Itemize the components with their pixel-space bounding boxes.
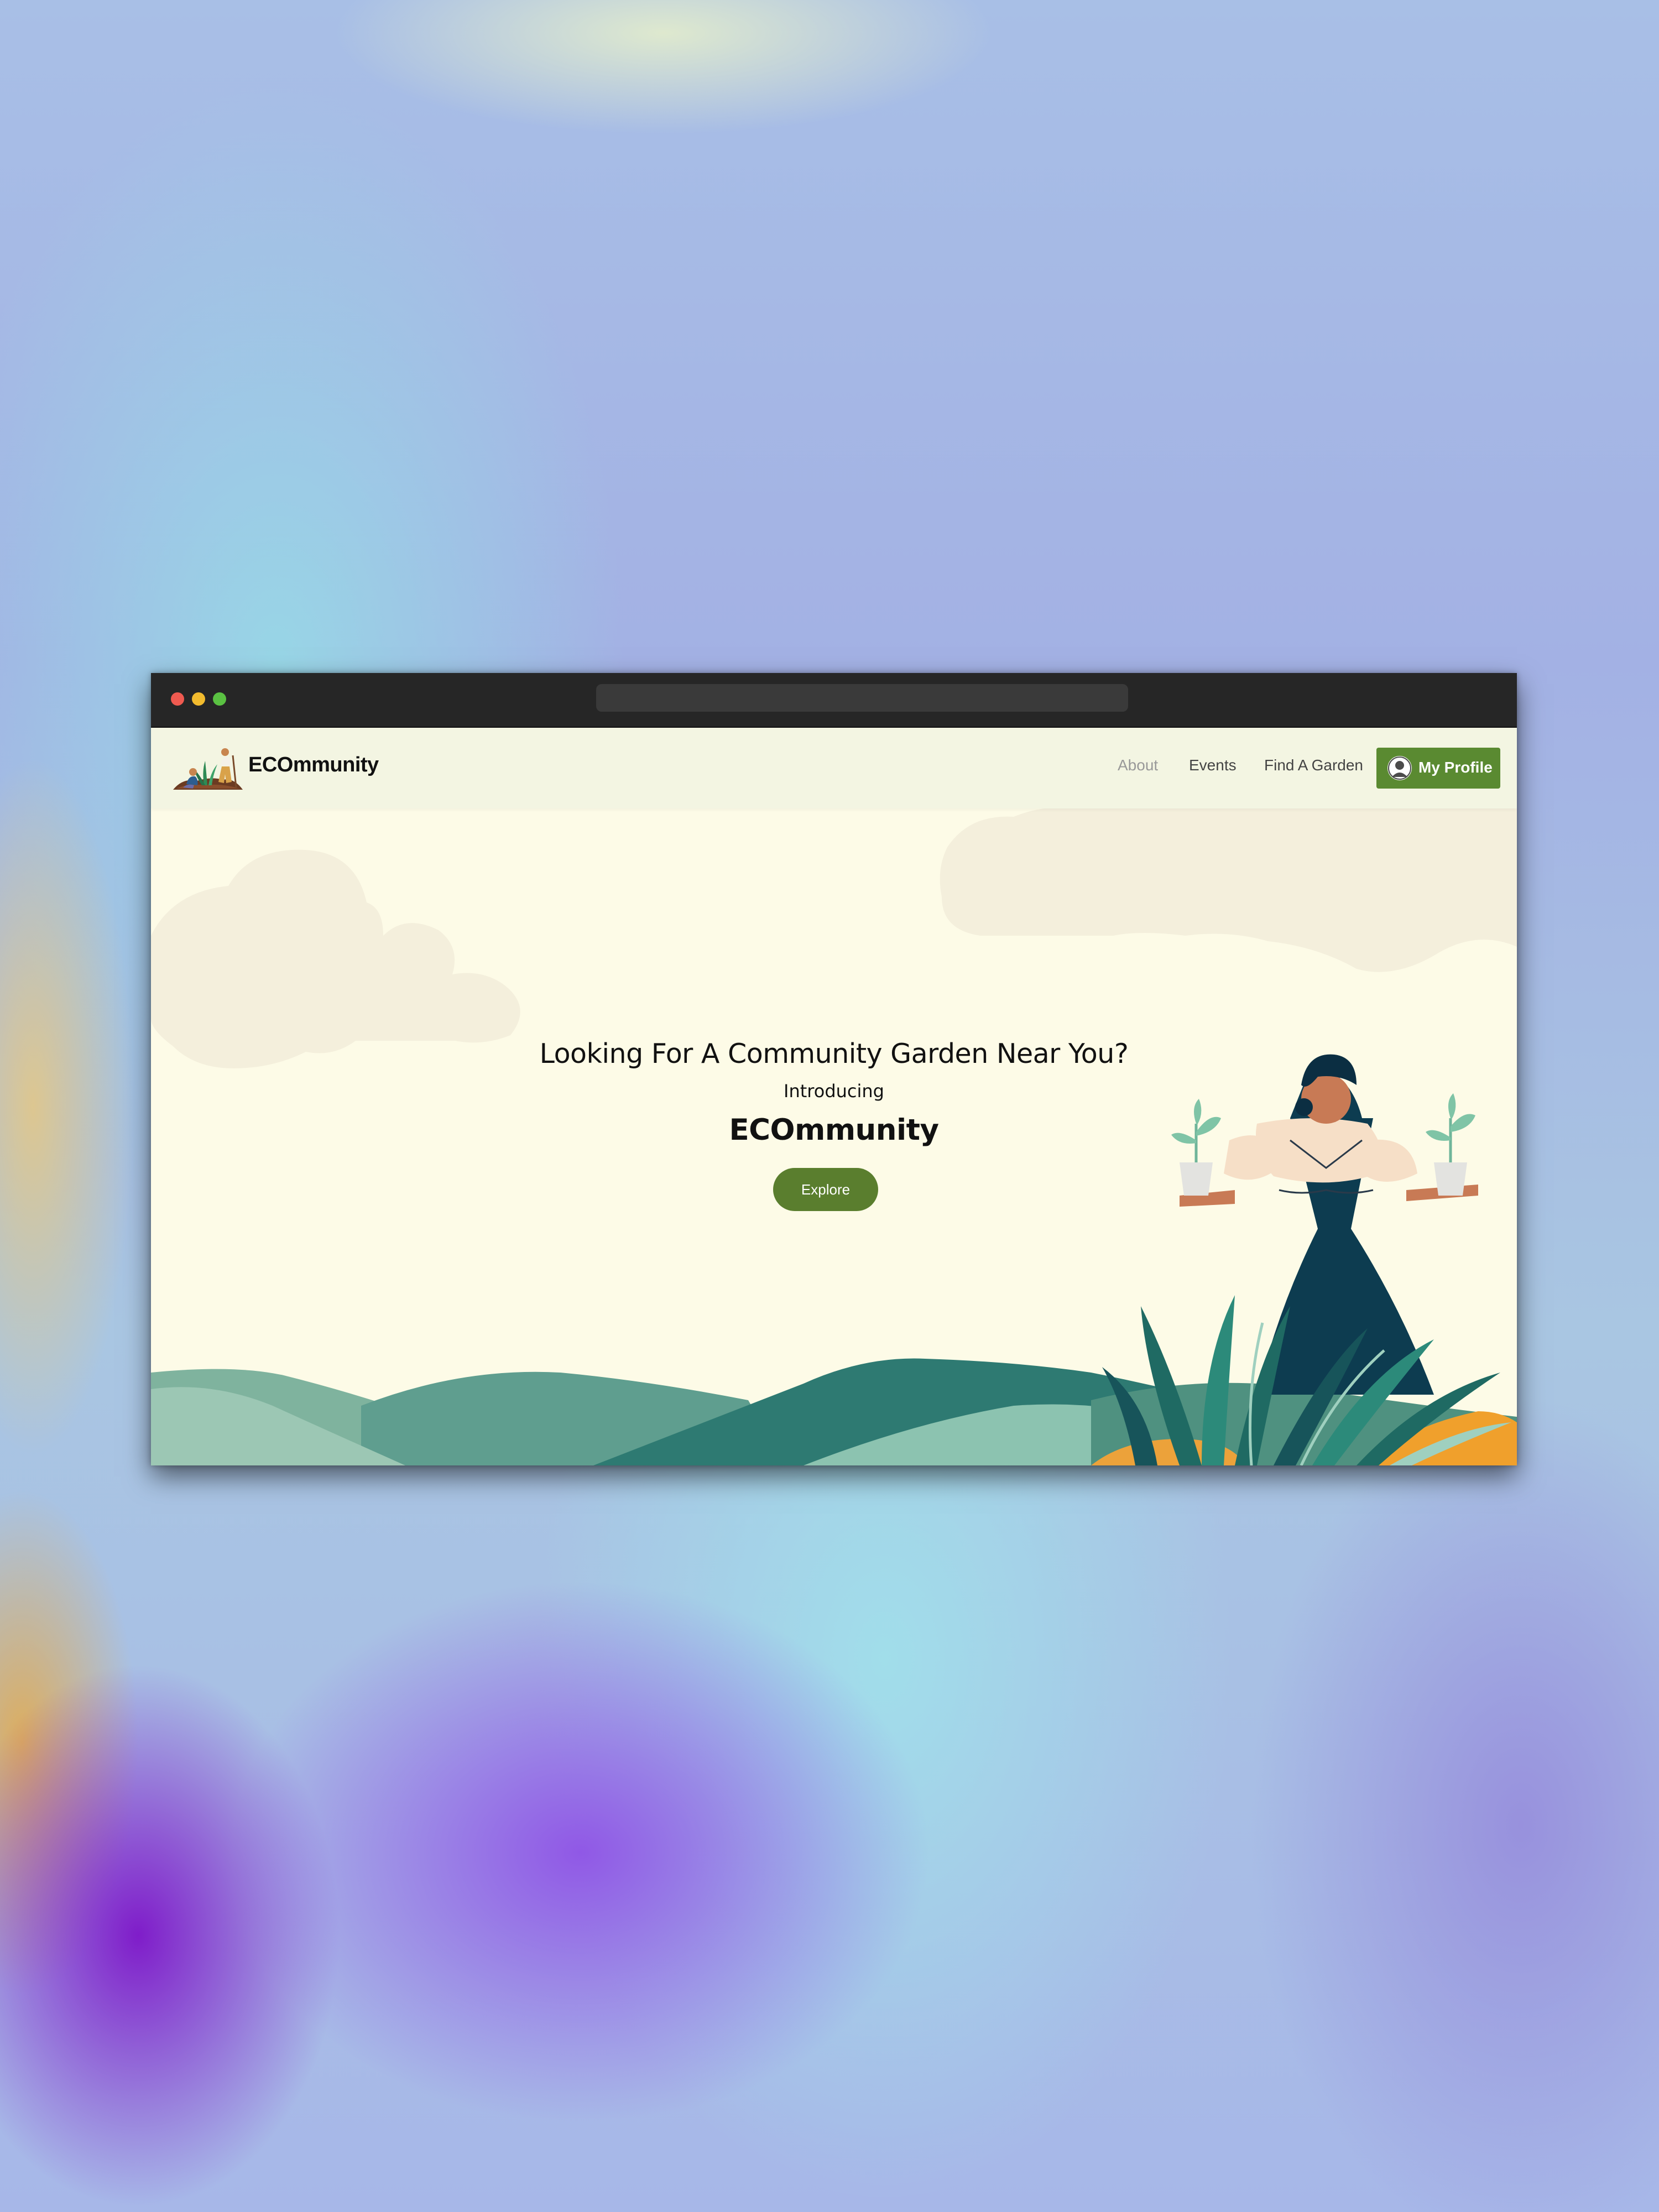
address-bar[interactable]: [596, 684, 1128, 712]
hero-intro: Introducing: [784, 1081, 884, 1102]
nav-link-events[interactable]: Events: [1189, 757, 1237, 774]
window-minimize-button[interactable]: [192, 692, 205, 706]
browser-title-bar: [151, 673, 1517, 728]
hero-headline: Looking For A Community Garden Near You?: [539, 1038, 1129, 1070]
site-navbar: ECOmmunity About Events Find A Garden My…: [151, 728, 1517, 808]
nav-link-find-a-garden[interactable]: Find A Garden: [1264, 757, 1363, 774]
browser-window: ECOmmunity About Events Find A Garden My…: [151, 673, 1517, 1465]
nav-link-about[interactable]: About: [1118, 757, 1158, 774]
my-profile-label: My Profile: [1418, 759, 1493, 776]
cloud-right: [940, 808, 1517, 972]
gardeners-logo-icon[interactable]: [172, 744, 244, 792]
my-profile-button[interactable]: My Profile: [1376, 748, 1500, 789]
explore-button[interactable]: Explore: [773, 1168, 878, 1211]
brand-name[interactable]: ECOmmunity: [248, 753, 379, 777]
hero-brand: ECOmmunity: [729, 1113, 939, 1147]
user-avatar-icon: [1387, 756, 1412, 780]
hero-section: Looking For A Community Garden Near You?…: [151, 808, 1517, 1465]
desktop-background: { "brand": "ECOmmunity", "nav": { "about…: [0, 0, 1659, 2212]
cloud-left: [151, 849, 520, 1068]
window-close-button[interactable]: [171, 692, 184, 706]
window-maximize-button[interactable]: [213, 692, 226, 706]
